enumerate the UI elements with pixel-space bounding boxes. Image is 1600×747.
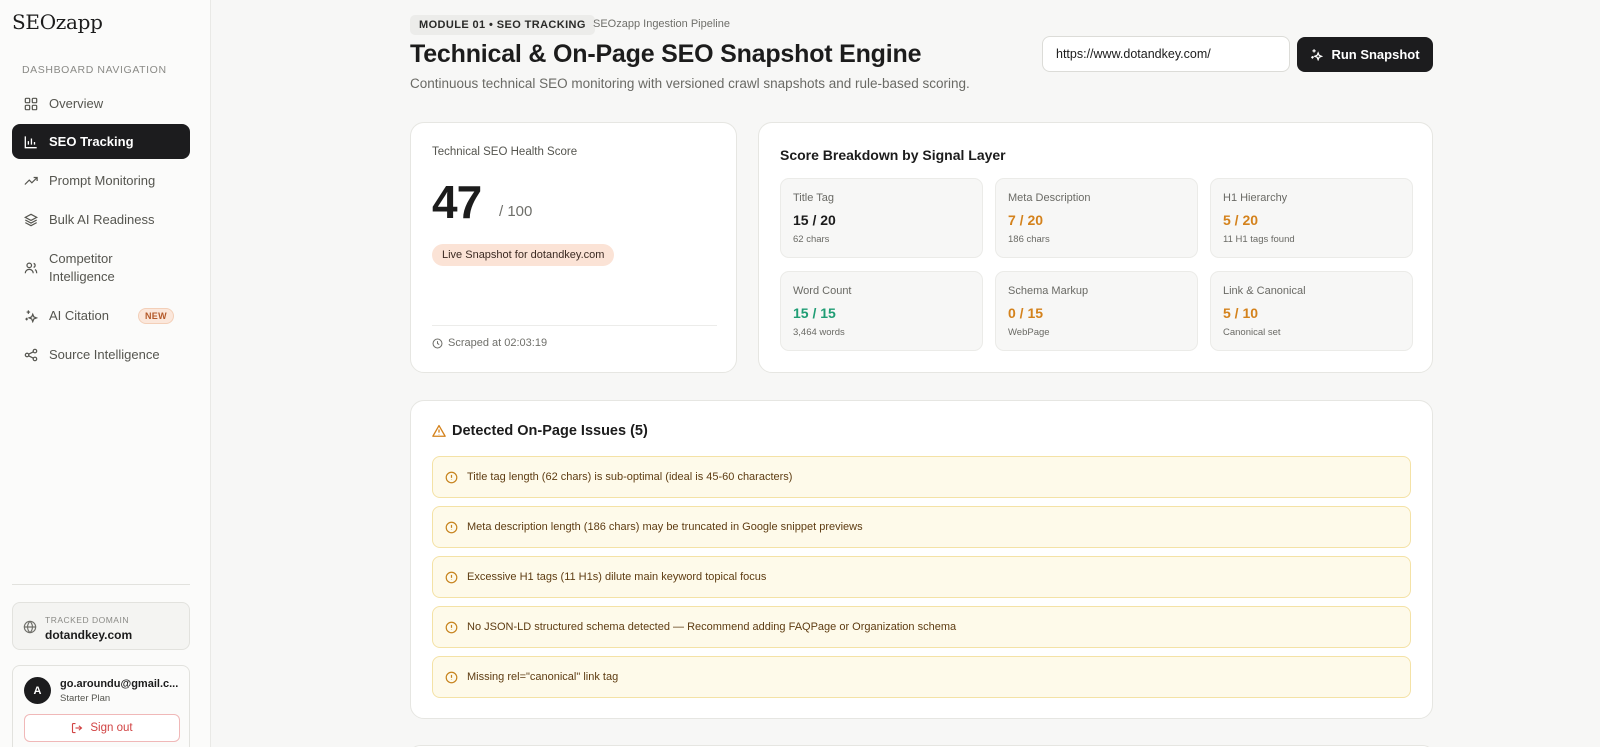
- nav-section-label: DASHBOARD NAVIGATION: [22, 64, 167, 76]
- live-snapshot-badge: Live Snapshot for dotandkey.com: [432, 244, 615, 266]
- clock-icon: [432, 338, 443, 348]
- metric-label: Title Tag: [793, 192, 834, 204]
- issue-text: No JSON-LD structured schema detected — …: [467, 621, 957, 633]
- sparkles-icon: [25, 309, 38, 323]
- metric-label: Word Count: [793, 285, 852, 297]
- issue-item: Missing rel="canonical" link tag: [432, 656, 1411, 698]
- metric-note: 62 chars: [793, 234, 830, 245]
- issue-item: Title tag length (62 chars) is sub-optim…: [432, 456, 1411, 498]
- new-badge: NEW: [137, 307, 174, 324]
- alert-circle-icon: [445, 521, 458, 533]
- metric-title-tag: Title Tag 15 / 20 62 chars: [780, 178, 983, 258]
- sidebar-item-label: AI Citation: [49, 308, 109, 323]
- user-card: A go.aroundu@gmail.c... Starter Plan Sig…: [12, 665, 190, 747]
- alert-circle-icon: [445, 571, 458, 583]
- metric-note: 186 chars: [1008, 234, 1050, 245]
- sidebar-item-bulk-ai-readiness[interactable]: Bulk AI Readiness: [12, 202, 190, 237]
- health-score-max: / 100: [499, 203, 533, 220]
- tracked-domain-value: dotandkey.com: [45, 628, 133, 642]
- metric-note: WebPage: [1008, 327, 1050, 338]
- sidebar-item-source-intelligence[interactable]: Source Intelligence: [12, 337, 190, 372]
- health-score-label: Technical SEO Health Score: [432, 146, 578, 158]
- app-logo[interactable]: SEOzapp: [12, 10, 103, 34]
- metric-note: Canonical set: [1223, 327, 1281, 338]
- sidebar-item-label: Bulk AI Readiness: [49, 212, 155, 227]
- user-email: go.aroundu@gmail.c...: [60, 678, 179, 690]
- issue-item: Excessive H1 tags (11 H1s) dilute main k…: [432, 556, 1411, 598]
- sidebar-item-label: Competitor Intelligence: [49, 251, 115, 284]
- module-badge: MODULE 01 • SEO TRACKING: [410, 15, 595, 35]
- score-breakdown-card: Score Breakdown by Signal Layer Title Ta…: [758, 122, 1433, 373]
- sidebar-item-competitor-intelligence[interactable]: Competitor Intelligence: [12, 246, 190, 290]
- sign-out-label: Sign out: [90, 722, 133, 734]
- sidebar-item-label: Overview: [49, 96, 104, 111]
- log-out-icon: [72, 722, 83, 734]
- globe-icon: [23, 620, 37, 634]
- metric-meta-description: Meta Description 7 / 20 186 chars: [995, 178, 1198, 258]
- issue-text: Missing rel="canonical" link tag: [467, 671, 619, 683]
- scraped-time-text: Scraped at 02:03:19: [448, 337, 548, 349]
- tracked-domain-card[interactable]: TRACKED DOMAIN dotandkey.com: [12, 602, 190, 650]
- issues-title-text: Detected On-Page Issues (5): [452, 423, 648, 439]
- metric-note: 11 H1 tags found: [1223, 234, 1295, 245]
- breakdown-title: Score Breakdown by Signal Layer: [780, 147, 1006, 163]
- metric-value: 15 / 15: [793, 305, 836, 321]
- metric-value: 0 / 15: [1008, 305, 1044, 321]
- metric-label: Meta Description: [1008, 192, 1091, 204]
- alert-circle-icon: [445, 471, 458, 483]
- sidebar-item-label: Prompt Monitoring: [49, 173, 156, 188]
- page-subtitle: Continuous technical SEO monitoring with…: [410, 76, 970, 91]
- metric-label: Schema Markup: [1008, 285, 1089, 297]
- metric-value: 15 / 20: [793, 212, 836, 228]
- health-score-value: 47: [432, 176, 482, 228]
- metric-schema-markup: Schema Markup 0 / 15 WebPage: [995, 271, 1198, 351]
- pipeline-label: SEOzapp Ingestion Pipeline: [593, 18, 730, 30]
- metric-word-count: Word Count 15 / 15 3,464 words: [780, 271, 983, 351]
- user-plan: Starter Plan: [60, 693, 111, 704]
- sidebar-item-label: Source Intelligence: [49, 347, 160, 362]
- avatar[interactable]: A: [24, 677, 51, 704]
- metric-value: 5 / 10: [1223, 305, 1259, 321]
- issue-item: No JSON-LD structured schema detected — …: [432, 606, 1411, 648]
- metric-note: 3,464 words: [793, 327, 845, 338]
- sparkles-icon: [1311, 49, 1324, 61]
- metric-value: 7 / 20: [1008, 212, 1044, 228]
- metric-link-canonical: Link & Canonical 5 / 10 Canonical set: [1210, 271, 1413, 351]
- url-input[interactable]: [1042, 36, 1290, 72]
- sidebar: SEOzapp DASHBOARD NAVIGATION Overview SE…: [0, 0, 211, 747]
- metric-value: 5 / 20: [1223, 212, 1259, 228]
- share-icon: [24, 348, 38, 361]
- issue-item: Meta description length (186 chars) may …: [432, 506, 1411, 548]
- warning-icon: [432, 424, 446, 437]
- metric-label: Link & Canonical: [1223, 285, 1306, 297]
- sidebar-item-seo-tracking[interactable]: SEO Tracking: [12, 124, 190, 159]
- users-icon: [24, 262, 38, 274]
- issues-card: Detected On-Page Issues (5) Title tag le…: [410, 400, 1433, 719]
- alert-circle-icon: [445, 621, 458, 633]
- issue-text: Title tag length (62 chars) is sub-optim…: [467, 471, 793, 483]
- metric-label: H1 Hierarchy: [1223, 192, 1288, 204]
- card-divider: [432, 325, 717, 326]
- run-snapshot-label: Run Snapshot: [1331, 47, 1420, 62]
- alert-circle-icon: [445, 671, 458, 683]
- health-score-card: Technical SEO Health Score 47 / 100 Live…: [410, 122, 737, 373]
- sidebar-item-label: SEO Tracking: [49, 134, 134, 149]
- tracked-domain-label: TRACKED DOMAIN: [45, 615, 129, 625]
- page-title: Technical & On-Page SEO Snapshot Engine: [410, 40, 922, 68]
- issue-text: Excessive H1 tags (11 H1s) dilute main k…: [467, 571, 767, 583]
- issues-title: Detected On-Page Issues (5): [432, 423, 648, 439]
- sidebar-item-ai-citation[interactable]: AI Citation NEW: [12, 298, 190, 333]
- layers-icon: [24, 213, 38, 226]
- run-snapshot-button[interactable]: Run Snapshot: [1297, 37, 1433, 72]
- sidebar-item-overview[interactable]: Overview: [12, 86, 190, 121]
- grid-icon: [24, 97, 38, 110]
- scraped-time: Scraped at 02:03:19: [432, 337, 547, 349]
- sign-out-button[interactable]: Sign out: [24, 714, 180, 742]
- metric-h1-hierarchy: H1 Hierarchy 5 / 20 11 H1 tags found: [1210, 178, 1413, 258]
- bar-chart-icon: [24, 135, 37, 148]
- trending-up-icon: [24, 176, 38, 185]
- issue-text: Meta description length (186 chars) may …: [467, 521, 863, 533]
- sidebar-item-prompt-monitoring[interactable]: Prompt Monitoring: [12, 163, 190, 198]
- sidebar-divider: [12, 584, 190, 585]
